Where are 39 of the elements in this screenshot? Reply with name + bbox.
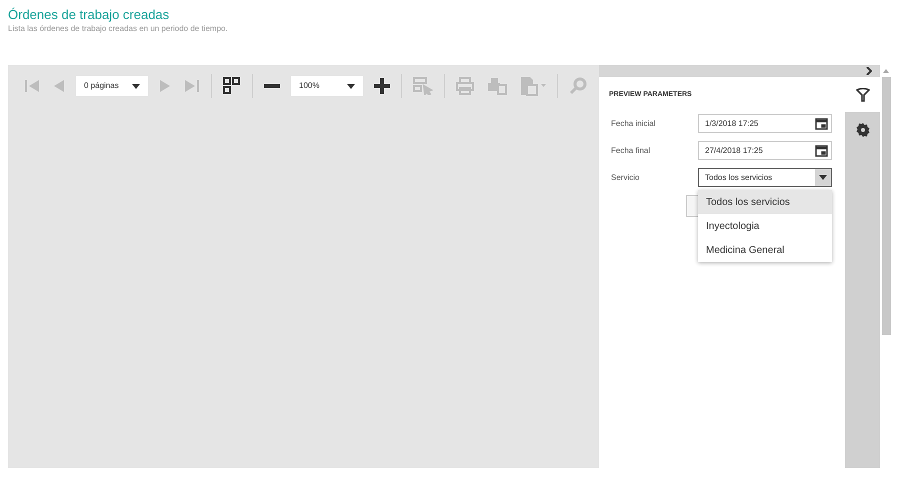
caret-icon [347,84,355,88]
dropdown-option[interactable]: Medicina General [698,238,832,262]
print-icon [456,77,474,95]
settings-icon [856,122,870,136]
pages-dropdown[interactable]: 0 páginas [76,76,148,96]
scroll-up-icon[interactable] [883,69,889,73]
dropdown-arrow-button[interactable] [815,169,831,186]
plus-icon [374,78,390,94]
calendar-icon [815,117,828,130]
zoom-dropdown[interactable]: 100% [291,76,363,96]
collapse-chevron-icon[interactable] [866,67,872,75]
caret-icon [819,175,827,180]
first-page-icon [24,79,40,93]
caret-icon [132,84,140,88]
previous-page-icon [53,79,65,93]
dropdown-option[interactable]: Inyectologia [698,214,832,238]
settings-tab[interactable] [845,112,880,147]
zoomin-button[interactable] [372,75,392,97]
minus-icon [264,84,280,88]
page-title: Órdenes de trabajo creadas [8,6,170,23]
highlight-cursor-icon [413,77,433,95]
date-field[interactable]: 27/4/2018 17:25 [698,141,832,160]
last-page-icon [184,79,200,93]
print-page-icon [487,77,507,95]
multipage-button[interactable] [221,75,243,97]
parameter-label: Fecha final [610,144,652,156]
next-page-icon [159,79,171,93]
filter-icon [856,88,870,102]
date-field[interactable]: 1/3/2018 17:25 [698,114,832,133]
service-select[interactable]: Todos los servicios [698,168,832,187]
page-subtitle: Lista las órdenes de trabajo creadas en un periodo de tiempo. [8,23,229,34]
scrollbar-thumb[interactable] [882,77,890,335]
search-icon [569,77,587,95]
multipage-icon [223,77,241,95]
calendar-icon [815,144,828,157]
export-icon [520,76,546,96]
parameter-label: Fecha inicial [610,118,656,130]
dropdown-option[interactable]: Todos los servicios [698,190,832,214]
parameter-label: Servicio [610,172,640,184]
